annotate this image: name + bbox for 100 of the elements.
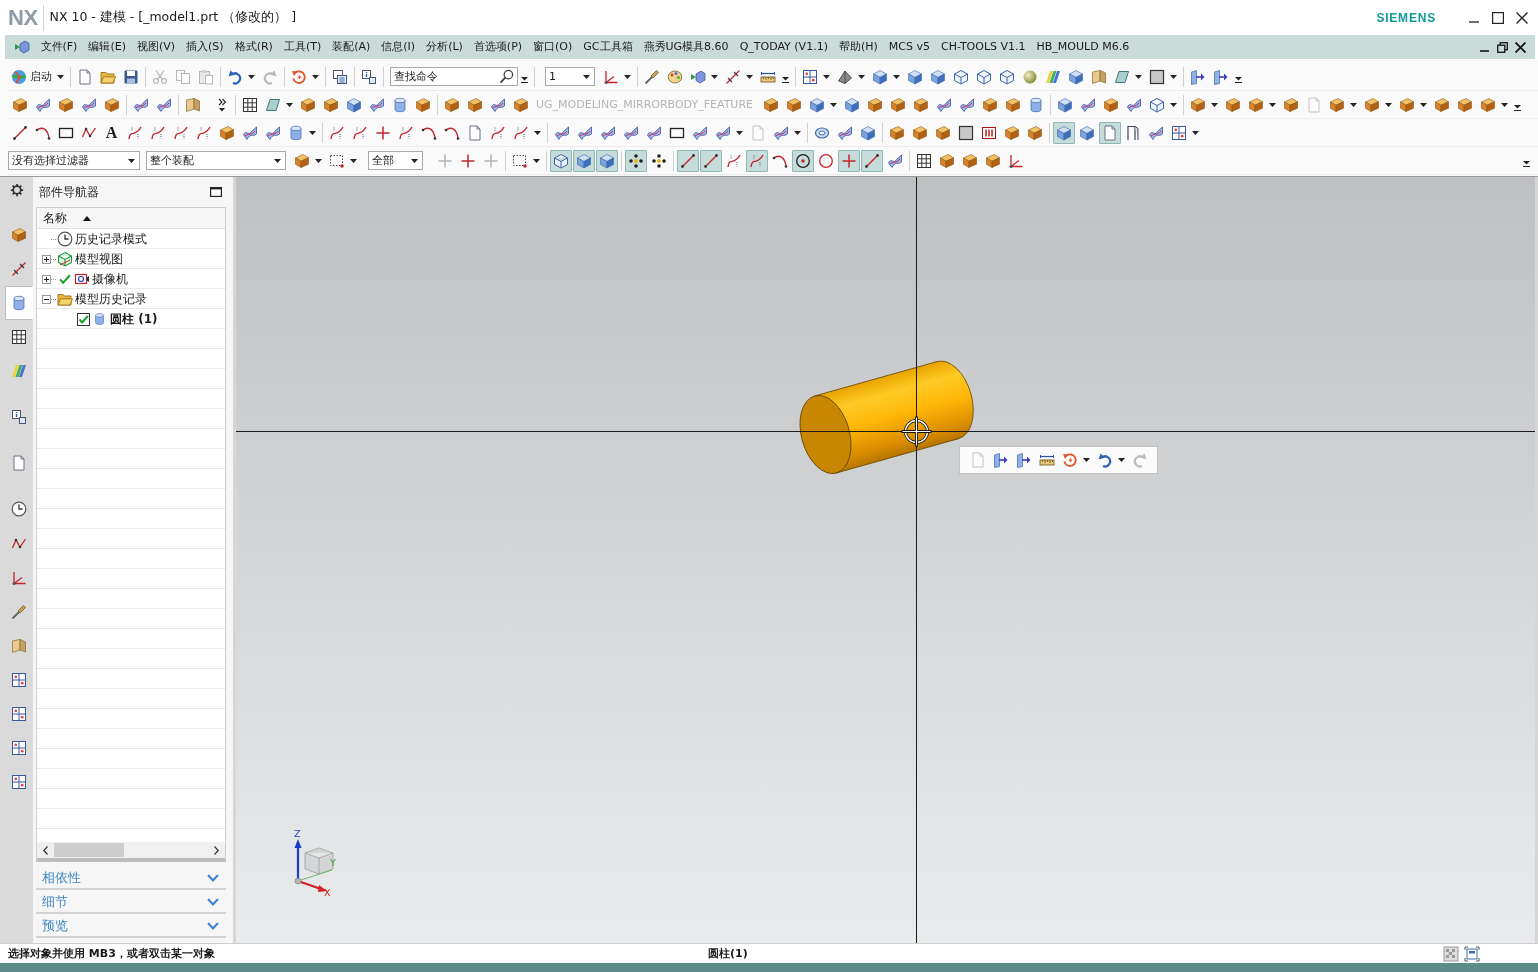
search-icon[interactable] — [499, 69, 514, 84]
caret-icon[interactable] — [309, 130, 316, 135]
caret-icon[interactable] — [350, 158, 357, 163]
menu-item[interactable]: 工具(T) — [278, 37, 327, 57]
chevron-left-icon[interactable] — [43, 845, 48, 855]
overflow-caret-icon[interactable] — [1235, 76, 1242, 83]
overflow-caret-icon[interactable] — [782, 76, 789, 83]
caret-icon[interactable] — [1350, 102, 1357, 107]
dropdown[interactable]: 1 — [545, 67, 595, 86]
caret-icon[interactable] — [1211, 102, 1218, 107]
menu-item[interactable]: 信息(I) — [375, 37, 421, 57]
menu-item[interactable]: 装配(A) — [326, 37, 376, 57]
column-header[interactable]: 名称 — [42, 209, 93, 227]
caret-icon[interactable] — [893, 74, 900, 79]
checkbox[interactable] — [77, 312, 90, 326]
menu-item[interactable]: Q_TODAY (V1.1) — [734, 37, 834, 57]
settings-icon[interactable] — [10, 183, 24, 197]
text-tool-button[interactable]: A — [100, 121, 123, 144]
caret-icon[interactable] — [1501, 102, 1508, 107]
caret-icon[interactable] — [312, 74, 319, 79]
document-icon — [76, 68, 93, 85]
menu-item[interactable]: 格式(R) — [229, 37, 279, 57]
circle-center-button[interactable] — [791, 149, 814, 172]
start-button[interactable]: 启动 — [8, 65, 67, 88]
caret-icon[interactable] — [1420, 102, 1427, 107]
menu-item[interactable]: 燕秀UG模具8.60 — [638, 37, 735, 57]
more-chevron-icon[interactable] — [218, 97, 226, 112]
dropdown[interactable]: 整个装配 — [146, 151, 286, 170]
cube-button[interactable] — [572, 149, 595, 172]
line-button[interactable] — [676, 149, 699, 172]
caret-icon[interactable] — [1083, 458, 1090, 462]
caret-icon[interactable] — [794, 130, 801, 135]
menu-item[interactable]: 首选项(P) — [468, 37, 528, 57]
caret-icon[interactable] — [286, 102, 293, 107]
tree-item-label[interactable]: 模型历史记录 — [75, 290, 147, 308]
caret-icon[interactable] — [1170, 102, 1177, 107]
cube-icon — [906, 68, 923, 85]
menu-item[interactable]: 分析(L) — [420, 37, 469, 57]
dropdown[interactable]: 没有选择过滤器 — [8, 151, 140, 170]
curve-button[interactable] — [745, 149, 768, 172]
document-button[interactable] — [1098, 121, 1121, 144]
collapse-icon[interactable] — [42, 294, 51, 304]
caret-icon[interactable] — [1192, 130, 1199, 135]
cube-arrow-icon[interactable] — [14, 39, 30, 55]
collapsible-panel-header[interactable]: 预览 — [36, 914, 226, 938]
cube-button[interactable] — [1052, 121, 1075, 144]
line-button[interactable] — [860, 149, 883, 172]
caret-icon[interactable] — [624, 74, 631, 79]
caret-icon[interactable] — [533, 158, 540, 163]
snap-points-button[interactable] — [624, 149, 647, 172]
overflow-caret-icon[interactable] — [521, 76, 528, 83]
caret-icon[interactable] — [1385, 102, 1392, 107]
menu-item[interactable]: 帮助(H) — [833, 37, 884, 57]
caret-icon[interactable] — [858, 74, 865, 79]
caret-icon[interactable] — [1118, 458, 1125, 462]
collapsible-panel-header[interactable]: 相依性 — [36, 866, 226, 890]
cross-button[interactable] — [837, 149, 860, 172]
menu-item[interactable]: CH-TOOLS V1.1 — [935, 37, 1032, 57]
line-button[interactable] — [699, 149, 722, 172]
sphere-icon — [1021, 68, 1038, 85]
caret-icon[interactable] — [1269, 102, 1276, 107]
menu-item[interactable]: 编辑(E) — [82, 37, 132, 57]
caret-icon[interactable] — [1135, 74, 1142, 79]
wireframe-cube-button[interactable] — [549, 149, 572, 172]
expand-icon[interactable] — [42, 274, 51, 284]
search-field[interactable]: 查找命令 — [390, 67, 518, 86]
window-frame-icon[interactable] — [1464, 945, 1480, 962]
tree-item-label[interactable]: 圆柱 (1) — [110, 310, 158, 328]
dropdown[interactable]: 全部 — [368, 151, 423, 170]
caret-icon[interactable] — [736, 130, 743, 135]
menu-item[interactable]: 文件(F) — [35, 37, 83, 57]
caret-icon[interactable] — [823, 74, 830, 79]
cube-button[interactable] — [595, 149, 618, 172]
overflow-caret-icon[interactable] — [1514, 104, 1521, 111]
chevron-right-icon[interactable] — [214, 845, 219, 855]
caret-icon[interactable] — [746, 74, 753, 79]
expand-icon[interactable] — [42, 254, 51, 264]
menu-item[interactable]: 窗口(O) — [527, 37, 578, 57]
overflow-caret-icon[interactable] — [1523, 160, 1530, 167]
checkered-icon[interactable] — [1443, 945, 1459, 962]
curve-icon — [126, 124, 143, 141]
menu-item[interactable]: HB_MOULD M6.6 — [1031, 37, 1135, 57]
scrollbar-thumb[interactable] — [54, 843, 124, 857]
caret-icon[interactable] — [830, 102, 837, 107]
caret-icon[interactable] — [315, 158, 322, 163]
menu-item[interactable]: 视图(V) — [131, 37, 181, 57]
caret-icon[interactable] — [1170, 74, 1177, 79]
menu-item[interactable]: MCS v5 — [883, 37, 936, 57]
caret-icon[interactable] — [711, 74, 718, 79]
caret-icon[interactable] — [534, 130, 541, 135]
maximize-icon[interactable] — [210, 187, 222, 197]
surface-icon — [622, 124, 639, 141]
menu-item[interactable]: GC工具箱 — [577, 37, 639, 57]
tree-item-label[interactable]: 模型视图 — [75, 250, 123, 268]
menu-item[interactable]: 插入(S) — [180, 37, 230, 57]
tree-item-label[interactable]: 摄像机 — [92, 270, 128, 288]
caret-icon[interactable] — [248, 74, 255, 79]
collapsible-panel-header[interactable]: 细节 — [36, 890, 226, 914]
tree-item-label[interactable]: 历史记录模式 — [75, 230, 147, 248]
caret-icon — [411, 158, 418, 163]
